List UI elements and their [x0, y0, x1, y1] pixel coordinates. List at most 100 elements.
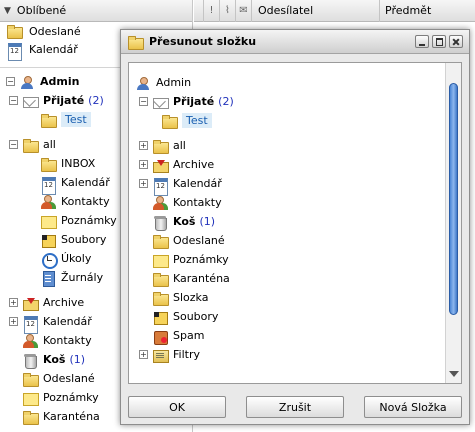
folder-icon [40, 157, 57, 172]
collapse-icon[interactable]: − [9, 96, 18, 105]
collapse-icon[interactable]: − [9, 140, 18, 149]
dialog-title: Přesunout složku [149, 35, 257, 48]
expand-icon[interactable]: + [9, 317, 18, 326]
contacts-icon [22, 333, 38, 348]
folder-icon [152, 139, 169, 154]
new-folder-button[interactable]: Nová Složka [364, 396, 462, 418]
folder-label: Spam [173, 329, 205, 342]
trash-icon [22, 353, 38, 369]
folder-label: Poznámky [173, 253, 229, 266]
folder-icon [152, 291, 169, 306]
column-subject-label: Předmět [385, 4, 432, 17]
close-button[interactable] [449, 35, 463, 48]
inbox-label: Přijaté [43, 94, 85, 107]
archive-icon [22, 296, 39, 311]
folder-icon [161, 114, 178, 129]
folder-label: Koš [43, 353, 66, 366]
folder-icon [22, 138, 39, 153]
folder-label: Archive [43, 296, 85, 309]
tree-item-spam[interactable]: Spam [135, 326, 440, 345]
folder-label: Kontakty [173, 196, 222, 209]
expand-icon[interactable]: + [9, 298, 18, 307]
unread-count: (1) [199, 215, 216, 228]
attachment-column-icon[interactable]: ⌇ [220, 0, 236, 22]
favorite-label: Odeslané [29, 24, 81, 38]
minimize-button[interactable] [415, 35, 429, 48]
tree-item-calendar[interactable]: + Kalendář [135, 174, 440, 196]
folder-tree: Admin − Přijaté (2) Test + all + Archive [135, 73, 440, 364]
tree-item-archive[interactable]: + Archive [135, 155, 440, 174]
folder-label: Karanténa [43, 410, 100, 423]
tree-item-contacts[interactable]: Kontakty [135, 193, 440, 212]
files-icon [152, 310, 168, 325]
folder-label: Slozka [173, 291, 209, 304]
scrollbar-thumb[interactable] [449, 83, 458, 315]
folder-label: all [43, 138, 56, 151]
notes-icon [152, 253, 169, 268]
folder-label: Kontakty [61, 195, 110, 208]
inbox-icon [152, 95, 169, 109]
tree-item-notes[interactable]: Poznámky [135, 250, 440, 269]
tree-item-sent[interactable]: Odeslané [135, 231, 440, 250]
calendar-icon [6, 42, 22, 61]
contacts-icon [40, 194, 56, 209]
tasks-icon [40, 252, 58, 269]
favorites-header[interactable]: ▼ Oblíbené [0, 0, 192, 22]
tree-item-trash[interactable]: Koš (1) [135, 212, 440, 231]
flag-column-icon[interactable]: ! [204, 0, 220, 22]
filter-icon [152, 348, 169, 363]
tree-item-all[interactable]: + all [135, 136, 440, 155]
folder-label: Kontakty [43, 334, 92, 347]
collapse-icon[interactable]: − [6, 77, 15, 86]
folder-label: Kalendář [43, 315, 92, 328]
archive-icon [152, 158, 169, 173]
folder-label: Kalendář [173, 177, 222, 190]
folder-label: Soubory [173, 310, 219, 323]
expand-icon[interactable]: + [139, 350, 148, 359]
maximize-button[interactable] [432, 35, 446, 48]
tree-item-test[interactable]: Test [135, 111, 440, 130]
unread-count: (2) [88, 94, 104, 107]
folder-label-selected: Test [182, 113, 212, 128]
folder-move-icon [127, 35, 144, 50]
folder-label: Koš [173, 215, 196, 228]
ok-button[interactable]: OK [128, 396, 226, 418]
account-label: Admin [40, 75, 80, 88]
user-icon [135, 76, 151, 90]
folder-label: Úkoly [61, 252, 92, 265]
inbox-label: Přijaté [173, 95, 215, 108]
folder-label: all [173, 139, 186, 152]
folder-icon [6, 24, 23, 39]
column-spacer [194, 0, 204, 22]
folder-label: Poznámky [43, 391, 99, 404]
collapse-icon[interactable]: − [139, 97, 148, 106]
unread-count: (1) [69, 353, 86, 366]
tree-item-filters[interactable]: + Filtry [135, 345, 440, 364]
tree-item-quarantine[interactable]: Karanténa [135, 269, 440, 288]
scroll-down-arrow-icon[interactable] [449, 371, 459, 377]
dialog-titlebar[interactable]: Přesunout složku [121, 30, 469, 54]
folder-icon [40, 113, 57, 128]
expand-icon[interactable]: + [139, 141, 148, 150]
column-subject[interactable]: Předmět [380, 0, 475, 22]
column-sender[interactable]: Odesílatel [252, 0, 380, 22]
read-status-column-icon[interactable]: ✉ [236, 0, 252, 22]
folder-label: Žurnály [61, 271, 104, 284]
tree-item-inbox[interactable]: − Přijaté (2) [135, 92, 440, 111]
chevron-down-icon[interactable]: ▼ [4, 6, 11, 16]
calendar-icon [22, 315, 38, 334]
expand-icon[interactable]: + [139, 160, 148, 169]
journal-icon [40, 270, 56, 287]
tree-item-admin[interactable]: Admin [135, 73, 440, 92]
tree-item-slozka[interactable]: Slozka [135, 288, 440, 307]
folder-label: Kalendář [61, 176, 110, 189]
vertical-scrollbar[interactable] [445, 63, 461, 383]
spam-icon [152, 329, 168, 345]
folder-icon [22, 410, 39, 425]
cancel-button[interactable]: Zrušit [246, 396, 344, 418]
expand-icon[interactable]: + [139, 179, 148, 188]
tree-item-files[interactable]: Soubory [135, 307, 440, 326]
account-label: Admin [156, 76, 192, 89]
folder-icon [152, 272, 169, 287]
folder-label-selected: Test [61, 112, 91, 127]
